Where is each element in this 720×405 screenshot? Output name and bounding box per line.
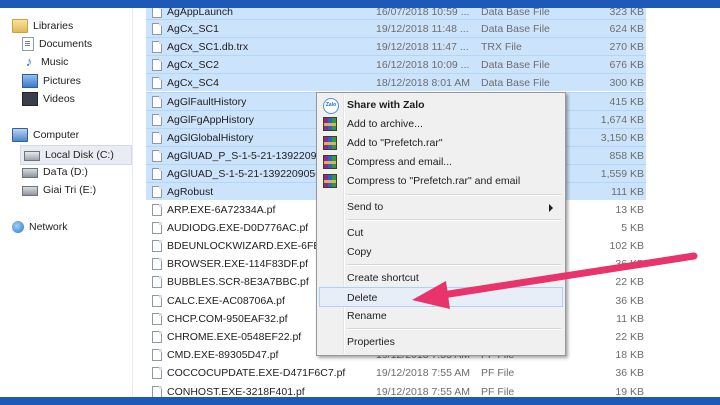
annotation-arrow-icon xyxy=(412,252,698,309)
bottom-accent-bar xyxy=(0,397,720,405)
